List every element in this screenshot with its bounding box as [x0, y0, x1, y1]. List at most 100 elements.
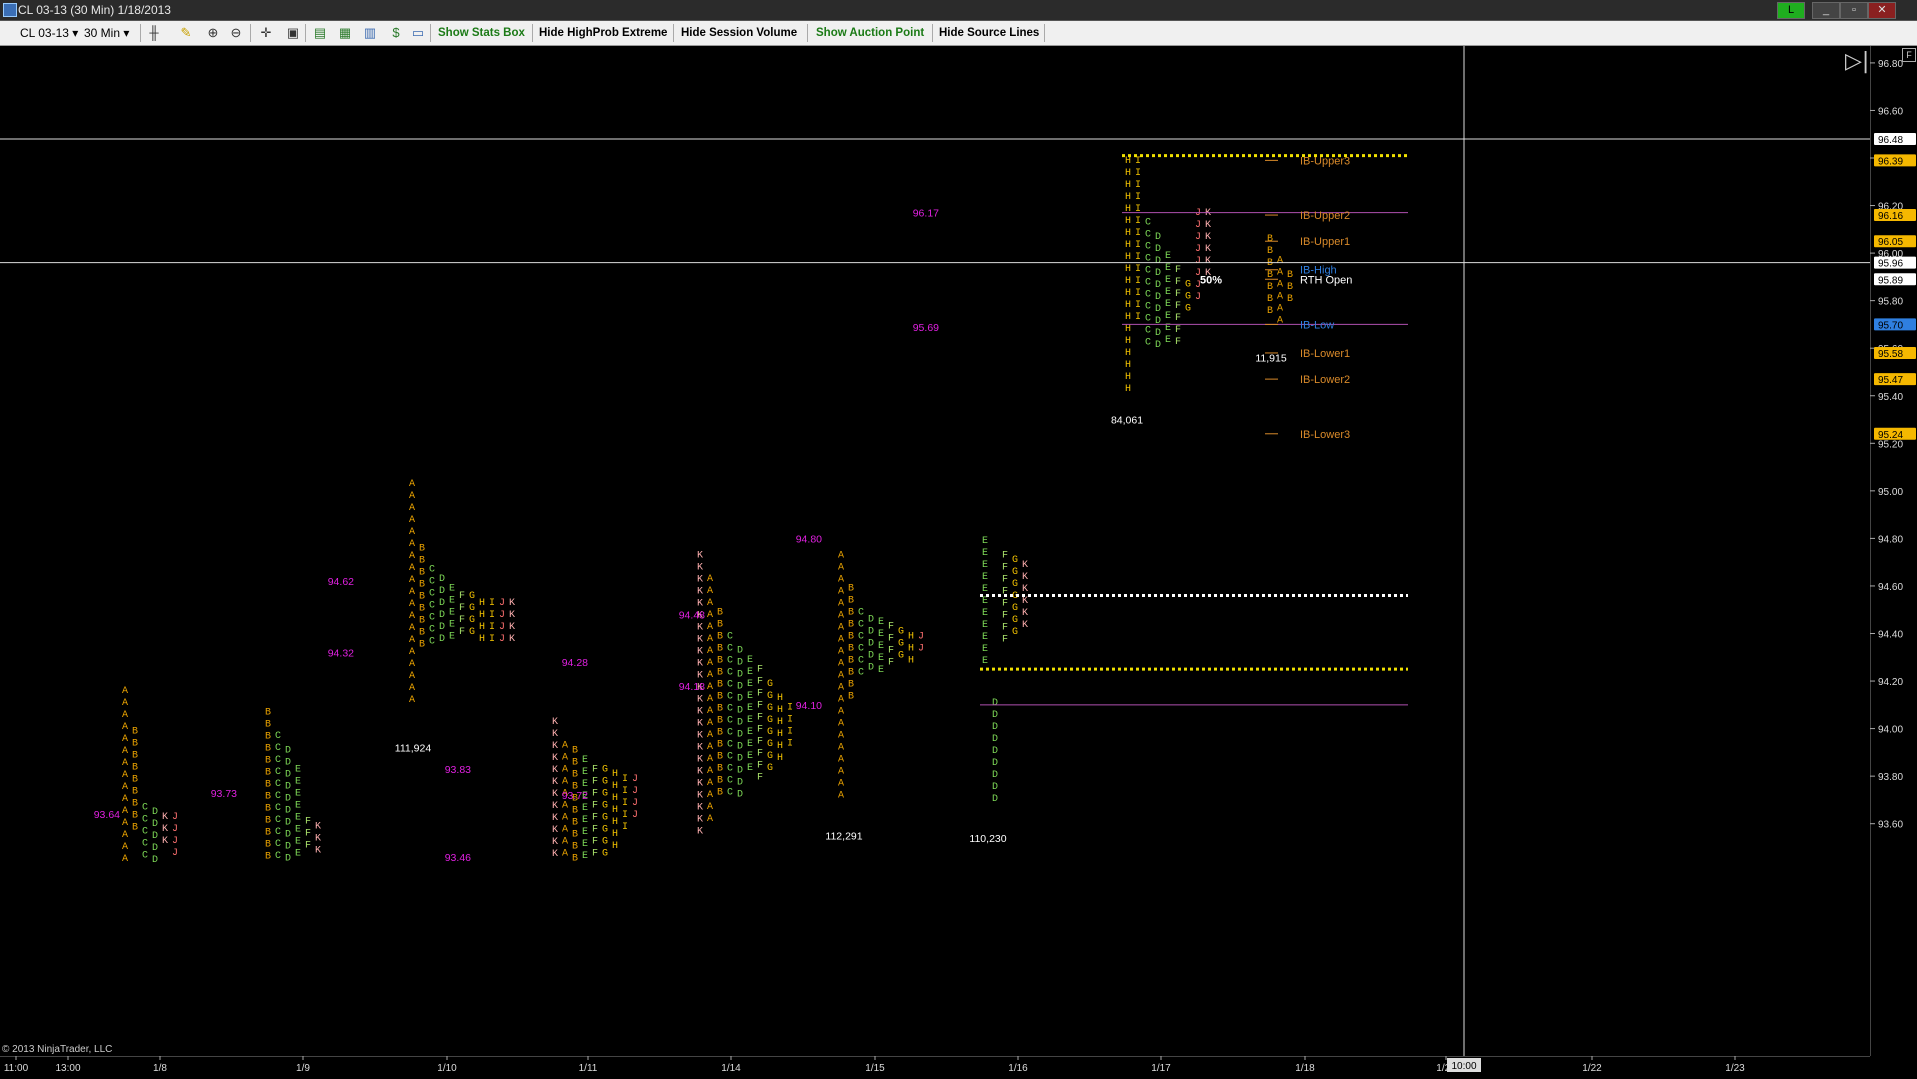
tpo-letter: K — [697, 586, 703, 597]
tpo-letter: A — [838, 682, 844, 693]
dollar-icon[interactable]: $ — [388, 25, 404, 41]
scroll-end-icon[interactable]: ▷| — [1845, 49, 1869, 74]
tpo-letter: D — [992, 758, 998, 769]
tpo-letter: H — [479, 610, 485, 621]
tpo-letter: C — [142, 838, 148, 849]
session-volume-label: 111,924 — [395, 743, 432, 755]
tpo-letter: E — [982, 608, 988, 619]
tpo-letter: I — [787, 739, 793, 750]
tpo-letter: C — [275, 755, 281, 766]
tpo-letter: G — [602, 788, 608, 799]
tpo-letter: F — [1175, 337, 1181, 348]
link-button[interactable]: L — [1777, 2, 1805, 19]
tpo-letter: G — [1012, 603, 1018, 614]
tpo-letter: I — [787, 727, 793, 738]
chart-options-icon[interactable]: F — [1902, 48, 1916, 62]
toolbar-divider — [250, 24, 251, 42]
tpo-letter: B — [717, 667, 723, 678]
tpo-letter: B — [132, 750, 138, 761]
tpo-letter: B — [572, 745, 578, 756]
tpo-letter: A — [562, 801, 568, 812]
tpo-letter: A — [409, 683, 415, 694]
tpo-letter: A — [838, 586, 844, 597]
instrument-selector[interactable]: CL 03-13 ▾ — [20, 25, 78, 41]
maximize-button[interactable]: ▫ — [1840, 2, 1868, 19]
time-axis[interactable]: 11:00 13:00 1/8 1/9 1/10 1/11 1/14 1/15 1/16 1/17… — [0, 1056, 1917, 1079]
indicators-icon[interactable]: ▦ — [337, 25, 353, 41]
crosshair: ▷| — [1463, 46, 1869, 1056]
tpo-letter: D — [737, 682, 743, 693]
tpo-letter: J — [1195, 232, 1201, 243]
cursor-time-label: 10:00 — [1451, 1061, 1476, 1072]
pencil-icon[interactable]: ✎ — [178, 25, 194, 41]
tpo-letter: G — [602, 764, 608, 775]
tpo-letter: B — [419, 615, 425, 626]
tpo-letter: C — [858, 667, 864, 678]
tpo-letter: J — [1195, 220, 1201, 231]
time-tick-label: 1/10 — [437, 1063, 457, 1074]
tpo-letter: A — [838, 610, 844, 621]
interval-selector[interactable]: 30 Min ▾ — [84, 25, 129, 41]
tpo-letter: B — [132, 786, 138, 797]
copyright-label: © 2013 NinjaTrader, LLC — [2, 1044, 112, 1055]
crosshair-icon[interactable]: ✛ — [258, 25, 274, 41]
tpo-letter: G — [602, 812, 608, 823]
tpo-letter: E — [295, 812, 301, 823]
tpo-letter: B — [265, 743, 271, 754]
window-title: CL 03-13 (30 Min) 1/18/2013 — [18, 3, 171, 17]
tpo-letter: A — [122, 770, 128, 781]
data-box-icon[interactable]: ▣ — [285, 25, 301, 41]
hide-session-volume-button[interactable]: Hide Session Volume — [681, 25, 797, 41]
tpo-letter: K — [697, 718, 703, 729]
tpo-letter: G — [469, 627, 475, 638]
tpo-letter: A — [122, 734, 128, 745]
time-tick-label: 1/9 — [296, 1063, 310, 1074]
bar-type-icon[interactable]: ╫ — [146, 25, 162, 41]
tpo-letter: E — [982, 596, 988, 607]
tpo-letter: D — [737, 694, 743, 705]
tpo-profile: BBBBBBBAAAAAABBB — [1267, 234, 1293, 326]
tpo-letter: A — [707, 754, 713, 765]
tpo-letter: K — [697, 694, 703, 705]
market-profile-chart[interactable]: AAAAAAAAAAAAAAABBBBBBBBBCCCCCDDDDDKKKJJJ… — [0, 46, 1870, 1056]
hide-highprob-extreme-button[interactable]: Hide HighProb Extreme — [539, 25, 667, 41]
tpo-letter: K — [552, 825, 558, 836]
tpo-letter: B — [132, 774, 138, 785]
show-stats-box-button[interactable]: Show Stats Box — [438, 25, 525, 41]
show-auction-point-button[interactable]: Show Auction Point — [816, 25, 924, 41]
chart-trader-icon[interactable]: ▥ — [362, 25, 378, 41]
tpo-letter: K — [552, 849, 558, 860]
price-axis[interactable]: 93.60 93.80 94.00 94.20 94.40 94.60 94.80 95.00… — [1870, 46, 1917, 1056]
tpo-letter: B — [848, 656, 854, 667]
tpo-letter: G — [1012, 615, 1018, 626]
tpo-letter: C — [142, 850, 148, 861]
tpo-letter: E — [982, 644, 988, 655]
hide-source-lines-button[interactable]: Hide Source Lines — [939, 25, 1039, 41]
ib-level-label: RTH Open — [1300, 274, 1352, 286]
session-volume-label: 112,291 — [825, 831, 862, 843]
tpo-letter: C — [1145, 326, 1151, 337]
tpo-letter: A — [409, 515, 415, 526]
tpo-letter: G — [767, 691, 773, 702]
properties-icon[interactable]: ▭ — [410, 25, 426, 41]
tpo-letter: H — [612, 769, 618, 780]
tpo-letter: F — [757, 737, 763, 748]
strategies-icon[interactable]: ▤ — [312, 25, 328, 41]
tpo-letter: G — [602, 824, 608, 835]
tpo-letter: I — [622, 810, 628, 821]
tpo-letter: A — [562, 837, 568, 848]
tpo-letter: B — [717, 643, 723, 654]
zoom-out-icon[interactable]: ⊖ — [228, 25, 244, 41]
close-button[interactable]: ✕ — [1868, 2, 1896, 19]
tpo-letter: D — [868, 615, 874, 626]
tpo-letter: G — [898, 639, 904, 650]
zoom-in-icon[interactable]: ⊕ — [205, 25, 221, 41]
tpo-letter: E — [582, 755, 588, 766]
tpo-letter: K — [552, 765, 558, 776]
minimize-button[interactable]: _ — [1812, 2, 1840, 19]
tpo-letter: A — [707, 706, 713, 717]
tpo-letter: C — [275, 803, 281, 814]
tpo-letter: K — [1022, 572, 1028, 583]
tpo-profile: BBBBBBBBBBBBBCCCCCCCCCCCDDDDDDDDDDEEEEEE… — [265, 707, 321, 864]
tpo-letter: K — [1022, 584, 1028, 595]
